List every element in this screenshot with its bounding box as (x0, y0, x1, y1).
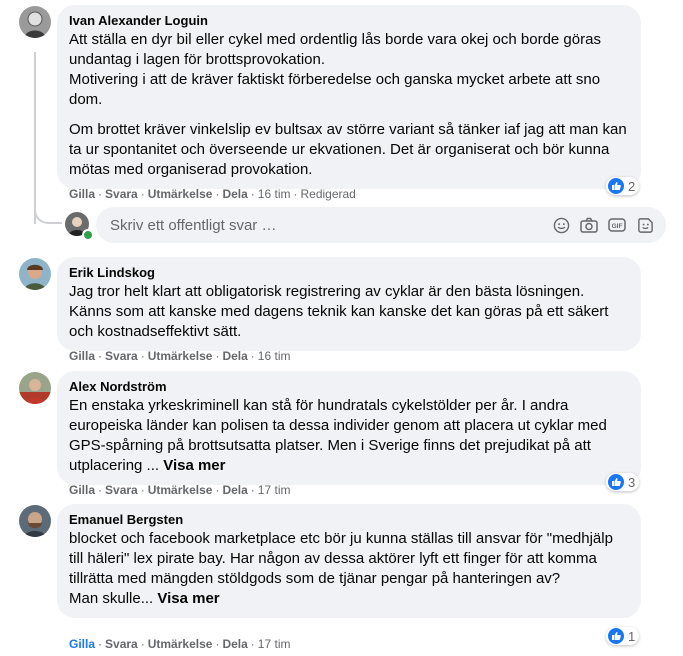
like-button[interactable]: Gilla (69, 349, 95, 363)
separator: · (98, 187, 103, 201)
reply-button[interactable]: Svara (105, 349, 138, 363)
separator: · (215, 187, 220, 201)
thread-connector (34, 196, 62, 224)
separator: · (215, 349, 220, 363)
share-button[interactable]: Dela (222, 187, 247, 201)
comment-body: En enstaka yrkeskriminell kan stå för hu… (69, 397, 607, 474)
timestamp[interactable]: 17 tim (258, 637, 291, 651)
separator: · (140, 483, 145, 497)
separator: · (98, 349, 103, 363)
comment-author[interactable]: Erik Lindskog (69, 265, 629, 281)
reaction-count[interactable]: 3 (606, 473, 640, 491)
separator: · (293, 187, 298, 201)
comment-body: blocket och facebook marketplace etc bör… (69, 530, 613, 607)
award-button[interactable]: Utmärkelse (148, 187, 213, 201)
share-button[interactable]: Dela (222, 349, 247, 363)
reaction-count[interactable]: 1 (606, 627, 640, 645)
comment-text: Att ställa en dyr bil eller cykel med or… (69, 31, 601, 108)
comment-bubble: Erik Lindskog Jag tror helt klart att ob… (57, 257, 641, 351)
camera-icon[interactable] (580, 216, 598, 234)
see-more-link[interactable]: Visa mer (163, 457, 225, 474)
separator: · (98, 637, 103, 651)
separator: · (140, 349, 145, 363)
edited-label: Redigerad (300, 187, 356, 201)
comment-author[interactable]: Emanuel Bergsten (69, 512, 629, 528)
reply-button[interactable]: Svara (105, 187, 138, 201)
reaction-number: 1 (628, 628, 636, 644)
avatar[interactable] (19, 372, 51, 404)
comment-bubble: Alex Nordström En enstaka yrkeskriminell… (57, 371, 641, 485)
timestamp[interactable]: 16 tim (258, 349, 291, 363)
see-more-link[interactable]: Visa mer (157, 590, 219, 607)
comment-bubble: Ivan Alexander Loguin Att ställa en dyr … (57, 5, 641, 189)
award-button[interactable]: Utmärkelse (148, 349, 213, 363)
comment-actions: Gilla · Svara · Utmärkelse · Dela · 17 tim (69, 636, 290, 652)
comment-text: blocket och facebook marketplace etc bör… (69, 529, 629, 609)
avatar[interactable] (19, 258, 51, 290)
like-button[interactable]: Gilla (69, 637, 95, 651)
reply-input[interactable] (108, 215, 552, 235)
comment-author[interactable]: Alex Nordström (69, 379, 629, 395)
sticker-icon[interactable] (636, 216, 654, 234)
reply-tools: GIF (552, 216, 654, 234)
separator: · (215, 483, 220, 497)
thumbs-up-icon (608, 628, 624, 644)
separator: · (250, 349, 255, 363)
separator: · (250, 637, 255, 651)
separator: · (250, 187, 255, 201)
share-button[interactable]: Dela (222, 637, 247, 651)
reply-box: GIF (96, 207, 666, 243)
comment-text: Jag tror helt klart att obligatorisk reg… (69, 283, 609, 340)
thumbs-up-icon (608, 178, 624, 194)
separator: · (250, 483, 255, 497)
comment-actions: Gilla · Svara · Utmärkelse · Dela · 16 tim (69, 348, 290, 364)
timestamp[interactable]: 16 tim (258, 187, 291, 201)
reaction-count[interactable]: 2 (606, 177, 640, 195)
gif-icon[interactable]: GIF (608, 216, 626, 234)
separator: · (98, 483, 103, 497)
online-status-dot (82, 229, 94, 241)
award-button[interactable]: Utmärkelse (148, 483, 213, 497)
svg-text:GIF: GIF (612, 223, 623, 230)
reply-button[interactable]: Svara (105, 483, 138, 497)
avatar[interactable] (19, 6, 51, 38)
separator: · (140, 637, 145, 651)
reaction-number: 2 (628, 178, 636, 194)
timestamp[interactable]: 17 tim (258, 483, 291, 497)
like-button[interactable]: Gilla (69, 187, 95, 201)
comment-actions: Gilla · Svara · Utmärkelse · Dela · 16 tim · Redig… (69, 186, 356, 202)
separator: · (215, 637, 220, 651)
separator: · (140, 187, 145, 201)
award-button[interactable]: Utmärkelse (148, 637, 213, 651)
share-button[interactable]: Dela (222, 483, 247, 497)
comment-actions: Gilla · Svara · Utmärkelse · Dela · 17 tim (69, 482, 290, 498)
reaction-number: 3 (628, 474, 636, 490)
like-button[interactable]: Gilla (69, 483, 95, 497)
emoji-icon[interactable] (552, 216, 570, 234)
avatar[interactable] (19, 505, 51, 537)
reply-button[interactable]: Svara (105, 637, 138, 651)
comment-text: Om brottet kräver vinkelslip ev bultsax … (69, 121, 627, 178)
comment-text: En enstaka yrkeskriminell kan stå för hu… (69, 396, 629, 476)
comment-bubble: Emanuel Bergsten blocket och facebook ma… (57, 504, 641, 618)
thumbs-up-icon (608, 474, 624, 490)
comment-author[interactable]: Ivan Alexander Loguin (69, 13, 629, 29)
